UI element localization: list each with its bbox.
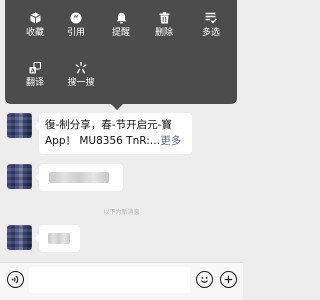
menu-label: 搜一搜 [67,78,95,88]
translate-icon: A [29,62,41,74]
menu-label: 收藏 [25,28,44,38]
message-bubble[interactable]: 復-制分享，春-节开启元-寳 App！ MU8356 TnR:…更多 [35,113,192,154]
menu-item-remind[interactable]: 提醒 [101,12,141,46]
plus-icon [224,275,233,284]
bell-icon [116,12,126,24]
blurred-text [49,172,109,183]
popup-pointer [111,104,123,110]
message-text-line2: App！ MU8356 TnR:… [45,135,161,147]
multiselect-icon [205,12,217,24]
svg-text:A: A [31,68,36,74]
menu-item-multiselect[interactable]: 多选 [191,12,231,46]
menu-label: 删除 [154,28,173,38]
menu-label: 提醒 [111,28,130,38]
message-text-line1: 復-制分享，春-节开启元-寳 [45,119,172,131]
avatar[interactable] [7,164,32,189]
menu-item-search[interactable]: 搜一搜 [61,62,101,96]
plus-button[interactable] [220,271,237,288]
voice-button[interactable] [7,271,24,288]
message-input[interactable] [29,267,190,293]
menu-label: 引用 [66,28,85,38]
message-text-line2-row: App！ MU8356 TnR:…更多 [45,133,186,149]
input-bar [0,262,243,300]
voice-icon [11,275,19,284]
svg-text:“: “ [73,14,78,23]
menu-item-favorite[interactable]: 收藏 [15,12,55,46]
blurred-text [48,233,70,244]
message-bubble[interactable] [35,164,123,191]
cube-icon [29,12,41,24]
quote-icon: “ [70,12,82,24]
emoji-icon [201,277,208,283]
menu-label: 翻译 [25,78,44,88]
menu-item-translate[interactable]: A 翻译 [15,62,55,96]
menu-item-quote[interactable]: “ 引用 [56,12,96,46]
sparkle-search-icon [75,62,87,74]
new-messages-divider: 以下为新消息 [103,209,140,216]
menu-item-delete[interactable]: 删除 [144,12,184,46]
emoji-button[interactable] [196,271,213,288]
trash-icon [159,12,169,24]
avatar[interactable] [7,225,32,250]
more-link[interactable]: 更多 [160,135,181,147]
message-bubble[interactable] [35,225,80,252]
message-context-menu: 收藏 “ 引用 提醒 删除 多选 A 翻译 搜一搜 [5,0,237,104]
menu-label: 多选 [201,28,220,38]
avatar[interactable] [7,113,32,138]
